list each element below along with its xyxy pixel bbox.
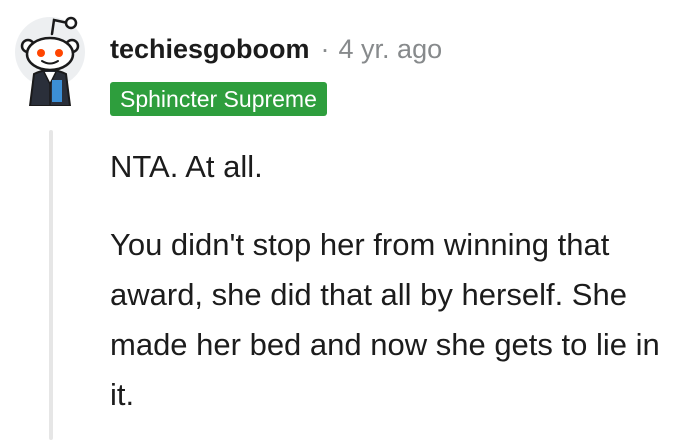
comment: techiesgoboom · 4 yr. ago Sphincter Supr… [0, 0, 700, 440]
username-link[interactable]: techiesgoboom [110, 34, 310, 65]
comment-meta: techiesgoboom · 4 yr. ago [110, 30, 442, 68]
comment-paragraph: You didn't stop her from winning that aw… [110, 227, 660, 412]
thread-line[interactable] [49, 130, 53, 440]
snoo-avatar-icon [15, 16, 85, 106]
timestamp-link[interactable]: 4 yr. ago [339, 34, 443, 65]
comment-paragraph: NTA. At all. [110, 149, 263, 184]
user-flair: Sphincter Supreme [110, 82, 327, 116]
avatar[interactable] [14, 14, 86, 106]
comment-body: NTA. At all. You didn't stop her from wi… [110, 142, 690, 420]
meta-separator: · [320, 33, 330, 64]
